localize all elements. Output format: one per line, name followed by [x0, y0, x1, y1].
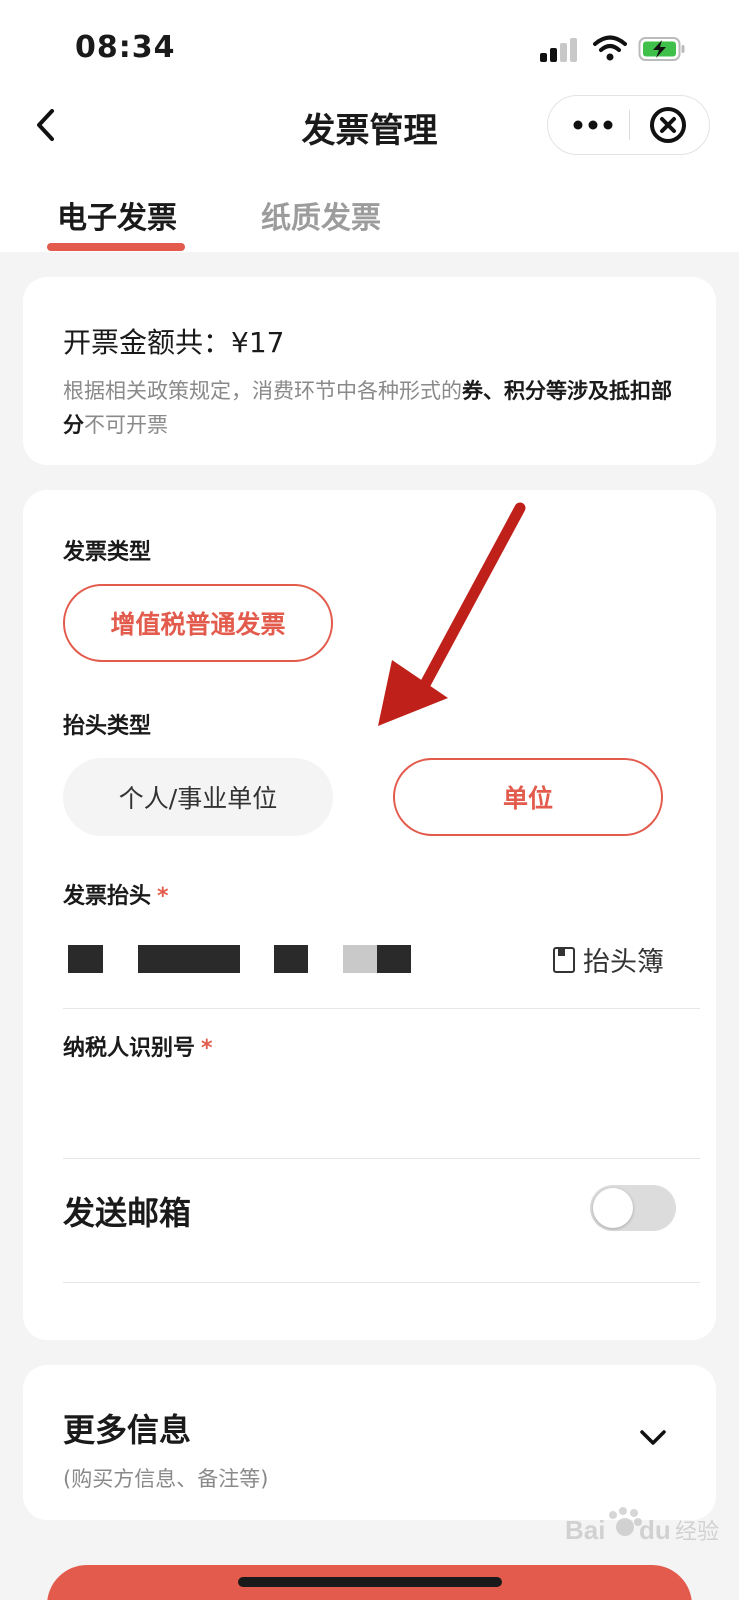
redacted-text: [138, 945, 240, 973]
divider: [63, 1282, 700, 1283]
more-info-subtitle: (购买方信息、备注等): [63, 1467, 269, 1491]
home-indicator: [238, 1577, 502, 1587]
status-time: 08:34: [75, 30, 176, 65]
active-tab-indicator: [47, 243, 185, 251]
svg-text:du: du: [639, 1515, 671, 1545]
tax-id-label: 纳税人识别号 *: [63, 1030, 213, 1062]
svg-text:经验: 经验: [675, 1520, 719, 1545]
redacted-text: [274, 945, 308, 973]
send-email-label: 发送邮箱: [63, 1194, 192, 1232]
header-book-button[interactable]: 抬头簿: [553, 940, 664, 979]
send-email-toggle[interactable]: [590, 1185, 676, 1231]
divider: [63, 1008, 700, 1009]
close-circle-icon[interactable]: [648, 105, 688, 145]
redacted-text: [377, 945, 411, 973]
tax-id-label-text: 纳税人识别号: [63, 1036, 196, 1061]
svg-text:Bai: Bai: [565, 1515, 605, 1545]
divider: [63, 1158, 700, 1159]
nav-bar: 发票管理: [0, 95, 739, 185]
invoice-amount: 开票金额共：¥17: [63, 326, 285, 359]
capsule-divider: [629, 110, 630, 140]
book-icon: [553, 946, 575, 973]
battery-icon: [638, 37, 685, 61]
toggle-knob: [593, 1188, 633, 1228]
header-type-personal[interactable]: 个人/事业单位: [63, 758, 333, 836]
tab-electronic-invoice[interactable]: 电子发票: [57, 193, 177, 237]
invoice-tabs: 电子发票 纸质发票: [0, 185, 739, 252]
redacted-text: [343, 945, 377, 973]
mini-program-capsule: [547, 95, 710, 155]
invoice-header-label: 发票抬头 *: [63, 878, 169, 910]
status-bar: 08:34: [0, 0, 739, 95]
policy-note-suffix: 不可开票: [84, 413, 168, 437]
redacted-text: [68, 945, 103, 973]
policy-note-prefix: 根据相关政策规定，消费环节中各种形式的: [63, 379, 462, 403]
required-mark: *: [201, 1036, 213, 1061]
header-book-label: 抬头簿: [583, 947, 664, 978]
annotation-arrow-icon: [378, 502, 526, 726]
more-dots-icon[interactable]: [570, 104, 616, 146]
policy-note: 根据相关政策规定，消费环节中各种形式的券、积分等涉及抵扣部分不可开票: [63, 374, 683, 442]
header-type-company[interactable]: 单位: [393, 758, 663, 836]
chevron-down-icon[interactable]: [638, 1427, 668, 1449]
more-info-card[interactable]: 更多信息 (购买方信息、备注等): [23, 1365, 716, 1520]
watermark-logo: Bai du 经验: [565, 1507, 719, 1545]
invoice-type-label: 发票类型: [63, 540, 152, 565]
signal-icon: [540, 36, 580, 62]
invoice-type-option[interactable]: 增值税普通发票: [63, 584, 333, 662]
header-type-label: 抬头类型: [63, 714, 152, 739]
invoice-header-label-text: 发票抬头: [63, 884, 152, 909]
more-info-title: 更多信息: [63, 1411, 192, 1449]
wifi-icon: [593, 35, 627, 61]
tab-paper-invoice[interactable]: 纸质发票: [261, 193, 381, 237]
required-mark: *: [157, 884, 169, 909]
amount-card: 开票金额共：¥17 根据相关政策规定，消费环节中各种形式的券、积分等涉及抵扣部分…: [23, 277, 716, 465]
